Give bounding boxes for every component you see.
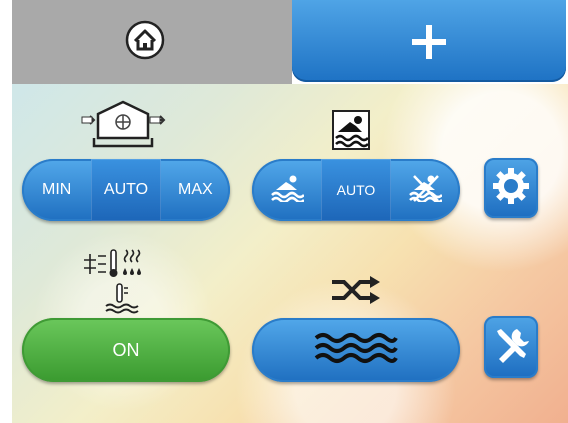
tab-add[interactable]	[292, 0, 566, 82]
pool-auto-button[interactable]: AUTO	[321, 159, 391, 221]
home-icon	[125, 20, 165, 60]
tab-home[interactable]	[12, 0, 292, 84]
pool-heat-button[interactable]	[252, 159, 321, 221]
pool-heat-icon	[270, 174, 305, 207]
ventilation-min-button[interactable]: MIN	[22, 159, 91, 221]
tools-icon	[491, 325, 531, 370]
swimmer-icon	[332, 110, 370, 150]
heating-on-button[interactable]: ON	[22, 318, 230, 382]
ventilation-max-button[interactable]: MAX	[161, 159, 230, 221]
pool-mode-selector: AUTO	[252, 159, 460, 221]
heating-dehumidify-icon	[80, 248, 160, 314]
pool-off-icon	[408, 174, 444, 207]
circulation-button[interactable]	[252, 318, 460, 382]
service-tools-button[interactable]	[484, 316, 538, 378]
water-waves-icon	[314, 330, 398, 371]
pool-auto-label: AUTO	[336, 182, 376, 198]
heating-on-label: ON	[112, 339, 140, 360]
ventilation-mode-selector: MIN AUTO MAX	[22, 159, 230, 221]
gear-icon	[491, 166, 531, 211]
ventilation-auto-button[interactable]: AUTO	[91, 159, 161, 221]
settings-button[interactable]	[484, 158, 538, 218]
shuffle-icon	[330, 276, 380, 304]
pool-off-button[interactable]	[391, 159, 460, 221]
control-screen: MIN AUTO MAX AUTO ON	[0, 0, 568, 423]
plus-icon	[409, 22, 449, 62]
ventilation-unit-icon	[80, 100, 166, 148]
